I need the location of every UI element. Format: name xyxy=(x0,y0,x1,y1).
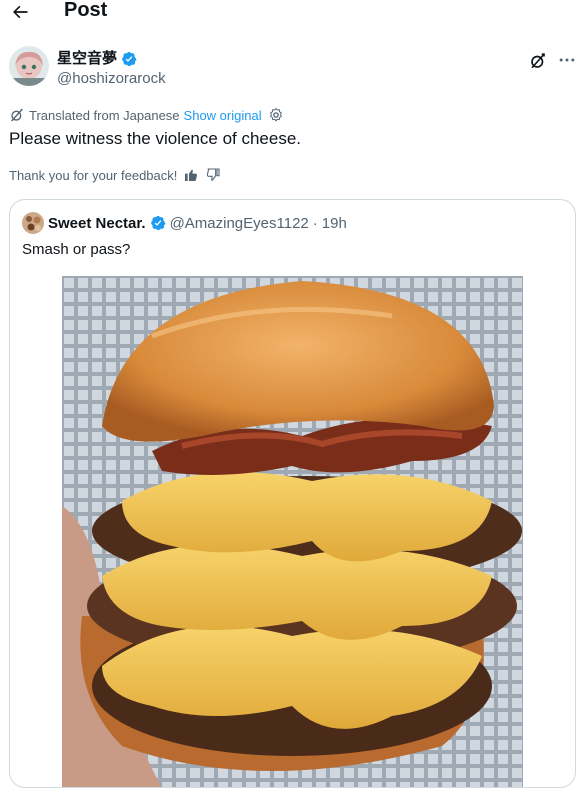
tweet-text: Please witness the violence of cheese. xyxy=(9,129,302,148)
arrow-left-icon[interactable] xyxy=(10,2,30,22)
verified-badge-icon xyxy=(150,215,165,231)
quoted-timestamp: 19h xyxy=(321,214,347,232)
page-title: Post xyxy=(64,0,108,21)
quoted-handle: @AmazingEyes1122 xyxy=(169,214,309,232)
show-original-link[interactable]: Show original xyxy=(184,108,262,123)
thumbs-down-icon[interactable] xyxy=(205,167,221,183)
quoted-post-header: Sweet Nectar. @AmazingEyes1122 · 19h xyxy=(22,212,347,234)
feedback-label: Thank you for your feedback! xyxy=(9,167,178,183)
author-display-name: 星空音夢 xyxy=(57,50,118,67)
author-name-link[interactable]: 星空音夢 xyxy=(57,50,137,68)
top-bar: Post xyxy=(0,0,586,24)
burger-photo[interactable] xyxy=(62,276,523,787)
grok-icon[interactable] xyxy=(529,52,547,70)
translation-notice: Translated from Japanese Show original xyxy=(9,106,284,124)
verified-badge-icon xyxy=(122,51,137,67)
quoted-avatar xyxy=(22,212,44,234)
quoted-post[interactable]: Sweet Nectar. @AmazingEyes1122 · 19h Sma… xyxy=(9,199,576,788)
author-handle[interactable]: @hoshizorarock xyxy=(57,70,166,88)
post-author: 星空音夢 @hoshizorarock xyxy=(9,46,577,92)
quoted-text: Smash or pass? xyxy=(22,241,131,258)
thumbs-up-icon[interactable] xyxy=(183,167,199,183)
quoted-separator: · xyxy=(312,214,318,232)
gear-icon[interactable] xyxy=(268,107,284,123)
translation-feedback: Thank you for your feedback! xyxy=(9,166,221,184)
translated-label: Translated from Japanese xyxy=(29,107,180,123)
quoted-display-name: Sweet Nectar. xyxy=(48,214,146,232)
grok-translate-icon xyxy=(11,108,23,122)
more-options-icon[interactable] xyxy=(557,50,577,70)
avatar[interactable] xyxy=(9,46,49,86)
